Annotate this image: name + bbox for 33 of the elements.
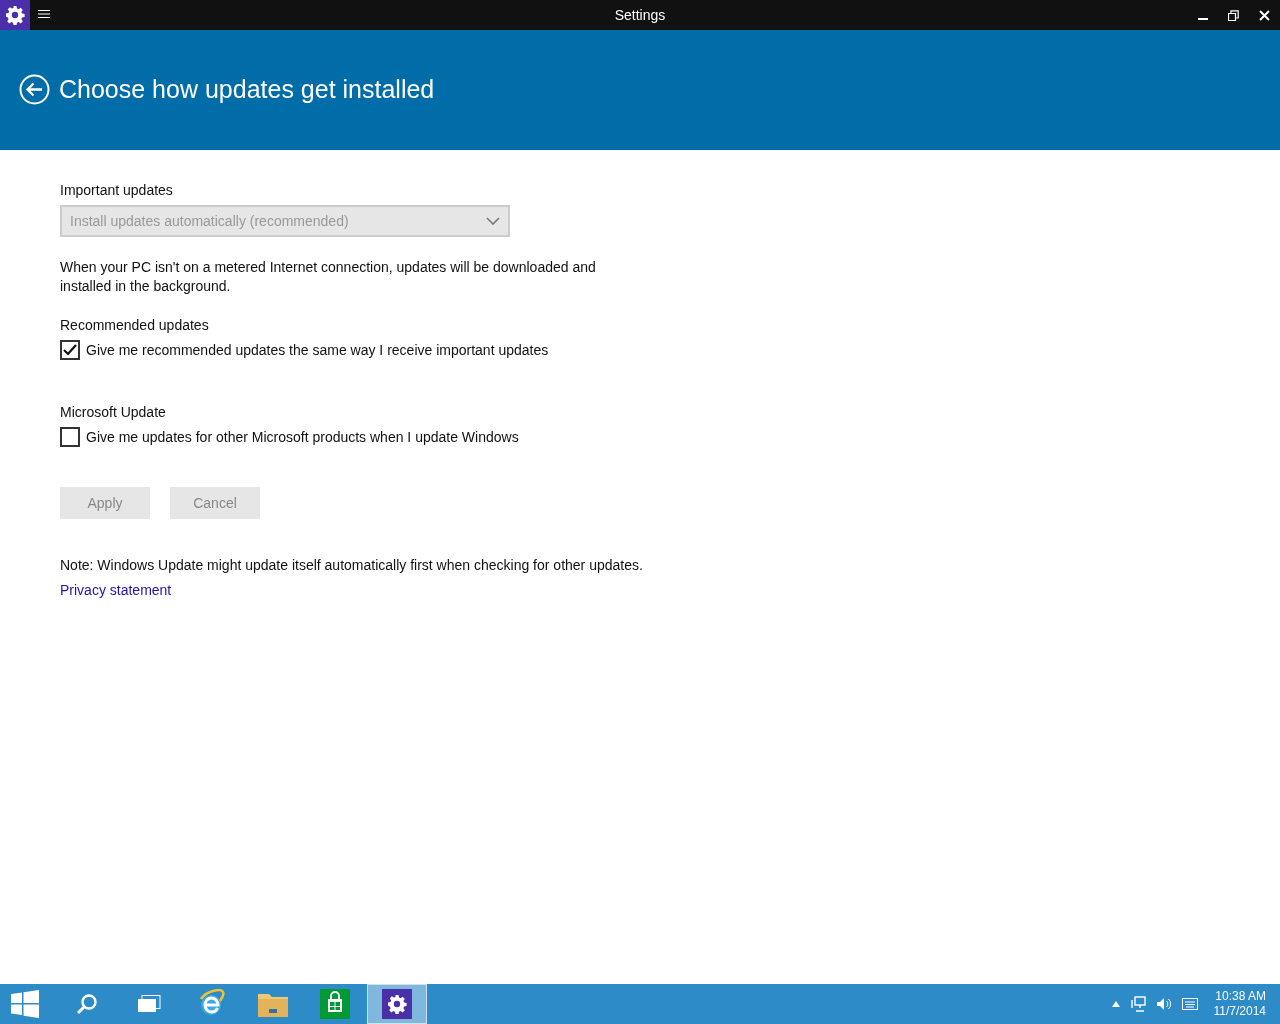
page-title: Choose how updates get installed xyxy=(59,74,435,104)
checkbox-label: Give me recommended updates the same way I receive important updates xyxy=(86,342,549,358)
back-button[interactable] xyxy=(19,73,50,105)
minimize-icon xyxy=(1197,18,1208,20)
windows-icon xyxy=(137,995,161,1013)
bag-icon xyxy=(320,989,350,1019)
keyboard-icon[interactable] xyxy=(1181,998,1198,1010)
gear-icon xyxy=(5,5,25,25)
checkbox[interactable] xyxy=(60,427,80,447)
chevron-down-icon xyxy=(486,217,500,225)
section-label: Recommended updates xyxy=(60,317,210,334)
restore-icon xyxy=(1228,9,1239,21)
taskbar-button[interactable] xyxy=(367,984,427,1024)
folder-icon xyxy=(258,991,288,1017)
section-label: Important updates xyxy=(60,182,174,199)
checkbox[interactable] xyxy=(60,340,80,360)
clock-time: 10:38 AM xyxy=(1215,989,1266,1004)
description-text: When your PC isn't on a metered Internet connection, updates will be downloaded and installed in the background. xyxy=(60,258,597,296)
privacy-link[interactable]: Privacy statement xyxy=(60,582,172,598)
menu-icon[interactable] xyxy=(38,9,52,21)
section-label: Microsoft Update xyxy=(60,404,167,421)
close-icon xyxy=(1259,9,1270,21)
search-icon xyxy=(76,993,98,1015)
speaker-icon[interactable] xyxy=(1155,997,1172,1011)
window-title: Settings xyxy=(614,7,666,23)
start-icon xyxy=(11,990,39,1018)
up-arrow-icon[interactable] xyxy=(1111,1001,1120,1007)
clock[interactable]: 10:38 AM 11/7/2014 xyxy=(1213,989,1266,1019)
checkbox-label: Give me updates for other Microsoft products when I update Windows xyxy=(86,429,519,445)
note-text: Note: Windows Update might update itself automatically first when checking for other updates. xyxy=(60,557,644,574)
network-icon[interactable] xyxy=(1129,996,1146,1012)
app-icon[interactable] xyxy=(0,0,30,30)
clock-date: 11/7/2014 xyxy=(1213,1004,1266,1019)
